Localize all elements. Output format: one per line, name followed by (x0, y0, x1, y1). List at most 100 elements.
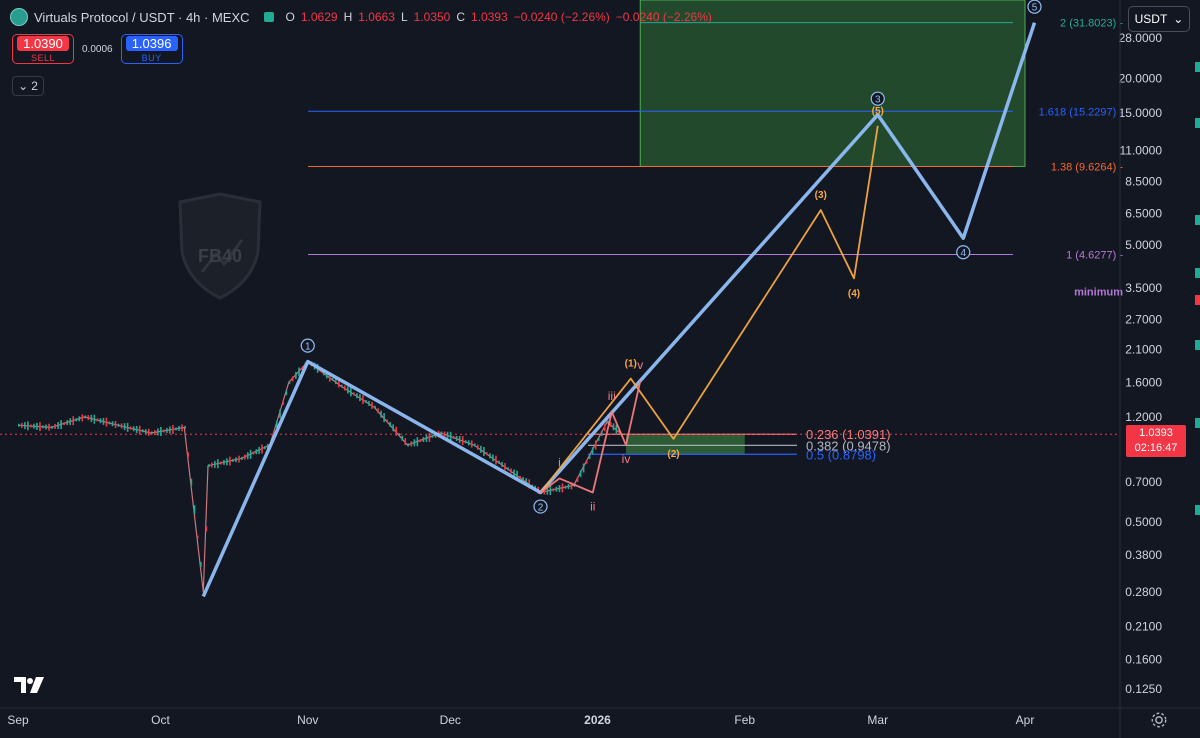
candle (120, 423, 123, 429)
wave-label: ii (590, 500, 595, 514)
sell-label: SELL (30, 53, 56, 63)
axis-marker (1195, 340, 1200, 350)
candle (510, 468, 512, 474)
candle (285, 390, 288, 396)
retracement-label: 0.5 (0.8798) (806, 447, 876, 462)
candle (291, 376, 294, 382)
candle (549, 486, 552, 496)
candle (579, 470, 582, 478)
open-value: 1.0629 (300, 10, 338, 24)
candle (123, 423, 126, 431)
candle (169, 426, 171, 434)
coin-icon (10, 8, 28, 26)
candle (464, 440, 467, 444)
candle (446, 431, 449, 439)
candle (27, 421, 29, 431)
y-tick-label: 0.2800 (1125, 585, 1162, 599)
buy-label: BUY (141, 53, 162, 63)
candle (117, 423, 120, 427)
y-tick-label: 6.5000 (1125, 207, 1162, 221)
candle (111, 421, 114, 427)
symbol-title[interactable]: Virtuals Protocol / USDT · 4h · MEXC (34, 10, 250, 25)
last-price-value: 1.0393 (1139, 427, 1173, 439)
candle (489, 453, 491, 459)
candle (211, 462, 213, 468)
axis-marker (1195, 62, 1200, 72)
candle (78, 416, 81, 422)
candle (344, 385, 346, 391)
candle (45, 424, 47, 430)
candle (33, 423, 35, 429)
candle (132, 426, 135, 432)
candle (96, 418, 99, 422)
candle (175, 427, 177, 431)
close-value: 1.0393 (471, 10, 508, 24)
candle (21, 422, 23, 428)
candle (474, 443, 476, 447)
candle (576, 476, 579, 482)
y-tick-label: 0.1600 (1125, 652, 1162, 666)
candle (252, 451, 255, 455)
candle (331, 377, 334, 381)
wave-label: 1 (305, 342, 311, 353)
currency-selector[interactable]: USDT ⌄ (1128, 6, 1190, 32)
candle (371, 401, 373, 409)
candle (398, 433, 401, 437)
candle (386, 419, 388, 423)
candle (181, 424, 183, 432)
minimum-label: minimum (1074, 287, 1123, 299)
wave-label: 4 (960, 248, 966, 259)
candle (295, 371, 297, 379)
candle (66, 420, 68, 426)
candle (244, 454, 246, 460)
candle (356, 393, 358, 399)
candle (184, 425, 186, 429)
y-tick-label: 11.0000 (1120, 143, 1163, 157)
candle (279, 409, 281, 419)
wave-label: iii (608, 389, 616, 403)
candle (455, 435, 458, 441)
change-value-2: −0.0240 (−2.26%) (615, 10, 712, 24)
candle (129, 426, 132, 430)
candle (87, 415, 90, 421)
settings-gear-icon[interactable] (1150, 711, 1168, 729)
candle (395, 426, 398, 436)
open-key: O (285, 10, 295, 24)
axis-marker (1195, 215, 1200, 225)
sell-button[interactable]: 1.0390 SELL (12, 34, 74, 64)
candle (75, 418, 78, 422)
chevron-down-icon: ⌄ (1173, 12, 1184, 26)
y-tick-label: 0.1250 (1125, 682, 1162, 696)
candle (196, 535, 199, 539)
axis-marker (1195, 418, 1200, 428)
wave-label: (5) (872, 106, 884, 117)
x-tick-label: Dec (440, 713, 461, 727)
countdown-value: 02:16:47 (1134, 442, 1178, 454)
candle (147, 428, 150, 436)
candle (347, 386, 349, 394)
candle (443, 431, 446, 437)
low-key: L (400, 10, 408, 24)
low-value: 1.0350 (413, 10, 451, 24)
candle (470, 440, 473, 448)
y-tick-label: 5.0000 (1125, 238, 1162, 252)
candle (552, 488, 555, 492)
price-chart[interactable]: 2 (31.8023) - 1.618 (15.2297) - 1.38 (9.62… (0, 0, 1200, 738)
y-tick-label: 0.5000 (1125, 515, 1162, 529)
candle (200, 562, 202, 568)
candle (288, 380, 291, 384)
wave-label: iv (622, 452, 631, 466)
candle (410, 441, 413, 447)
buy-button[interactable]: 1.0396 BUY (120, 34, 183, 64)
x-tick-label: Mar (867, 713, 888, 727)
candle (612, 423, 615, 431)
candle (178, 425, 180, 431)
candle (160, 426, 162, 436)
candle (157, 428, 159, 436)
indicators-toggle[interactable]: ⌄ 2 (12, 76, 44, 96)
tradingview-logo[interactable] (14, 676, 44, 699)
y-tick-label: 3.5000 (1125, 281, 1162, 295)
x-tick-label: Nov (297, 713, 318, 727)
x-tick-label: Feb (734, 713, 755, 727)
close-key: C (456, 10, 466, 24)
